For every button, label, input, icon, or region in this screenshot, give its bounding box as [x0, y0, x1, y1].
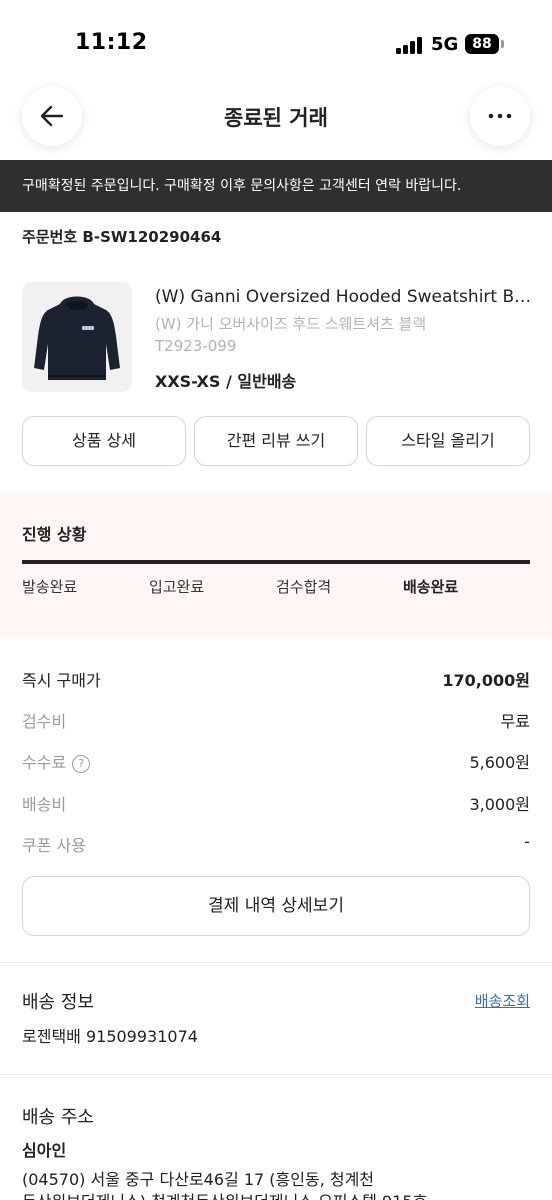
commission-value: 5,600원: [469, 753, 530, 772]
help-icon[interactable]: ?: [72, 755, 91, 773]
recipient-name: 심아인: [22, 1141, 67, 1160]
commission-label: 수수료: [22, 753, 67, 772]
step-shipped: 발송완료: [22, 578, 78, 596]
step-received: 입고완료: [149, 578, 205, 596]
progress-title: 진행 상황: [22, 525, 87, 544]
product-name-korean: (W) 가니 오버사이즈 후드 스웨트셔츠 블랙: [155, 315, 427, 333]
step-inspected: 검수합격: [276, 578, 332, 596]
battery-tip: [501, 40, 504, 48]
address-title: 배송 주소: [22, 1107, 94, 1128]
quick-review-button[interactable]: 간편 리뷰 쓰기: [194, 416, 358, 466]
courier-tracking-number: 로젠택배 91509931074: [22, 1027, 198, 1046]
commission-label-row: 수수료?: [22, 749, 91, 773]
header: 종료된 거래: [0, 86, 552, 146]
status-time: 11:12: [75, 30, 148, 55]
notice-banner: 구매확정된 주문입니다. 구매확정 이후 문의사항은 고객센터 연락 바랍니다.: [0, 160, 552, 212]
product-image[interactable]: [22, 282, 132, 392]
status-bar: 11:12 5G 88: [0, 0, 552, 88]
hoodie-product-image: [22, 282, 132, 392]
divider: [0, 962, 552, 963]
progress-bar: [22, 560, 530, 564]
network-label: 5G: [431, 34, 459, 55]
shipping-fee-value: 3,000원: [469, 795, 530, 814]
product-detail-button[interactable]: 상품 상세: [22, 416, 186, 466]
shipping-fee-label: 배송비: [22, 795, 67, 814]
purchase-price-value: 170,000원: [442, 671, 530, 690]
step-delivered: 배송완료: [403, 578, 459, 596]
more-button[interactable]: [470, 86, 530, 146]
address-line-2: 두산위브더제니스) 청계천두산위브더제니스 오피스텔 915호: [22, 1188, 427, 1200]
purchase-price-label: 즉시 구매가: [22, 671, 101, 690]
inspection-fee-label: 검수비: [22, 712, 67, 731]
payment-detail-button[interactable]: 결제 내역 상세보기: [22, 876, 530, 936]
coupon-value: -: [524, 832, 530, 851]
shipping-info-title: 배송 정보: [22, 992, 94, 1013]
product-code: T2923-099: [155, 337, 237, 355]
product-action-row: 상품 상세 간편 리뷰 쓰기 스타일 올리기: [22, 416, 530, 466]
post-style-button[interactable]: 스타일 올리기: [366, 416, 530, 466]
tracking-link[interactable]: 배송조회: [475, 990, 530, 1011]
progress-section: 진행 상황 발송완료 입고완료 검수합격 배송완료: [0, 492, 552, 638]
order-number: 주문번호 B-SW120290464: [22, 228, 222, 246]
address-line-1: (04570) 서울 중구 다산로46길 17 (흥인동, 청계천: [22, 1170, 375, 1189]
more-horizontal-icon: [488, 113, 512, 119]
product-name[interactable]: (W) Ganni Oversized Hooded Sweatshirt Bl…: [155, 287, 533, 307]
divider: [0, 1074, 552, 1075]
product-size-shipping: XXS-XS / 일반배송: [155, 372, 297, 391]
battery-icon: 88: [465, 34, 499, 54]
signal-icon: [396, 36, 422, 54]
coupon-label: 쿠폰 사용: [22, 836, 86, 855]
inspection-fee-value: 무료: [500, 712, 530, 731]
